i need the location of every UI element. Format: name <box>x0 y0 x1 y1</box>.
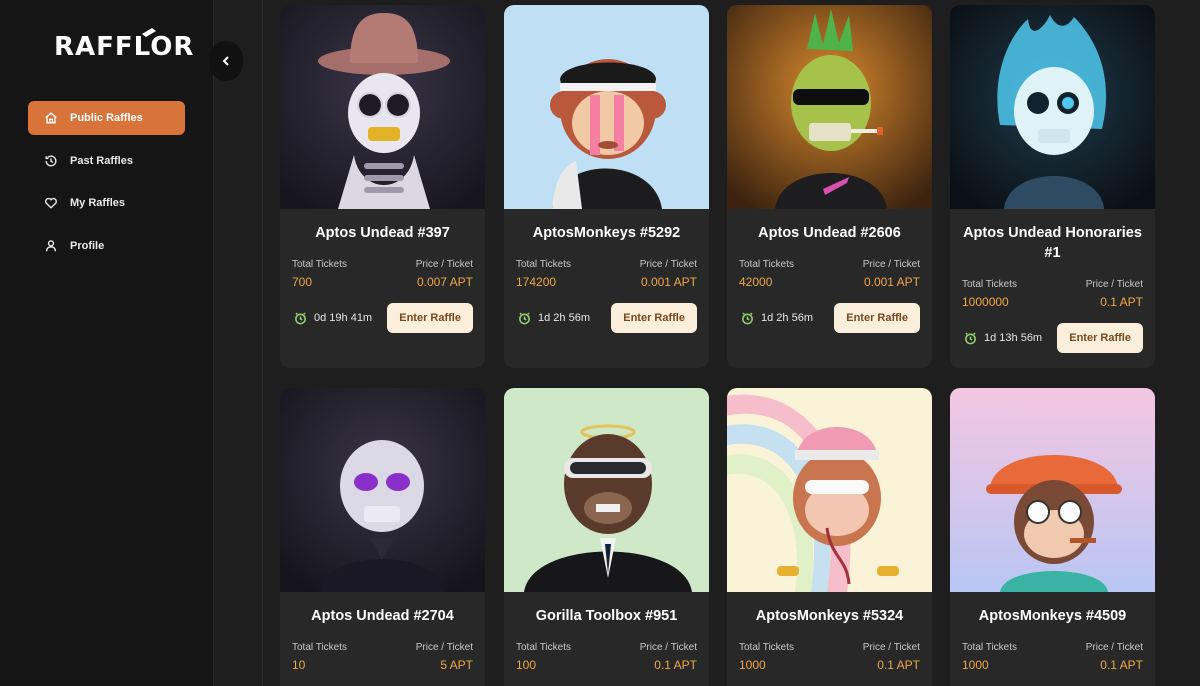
raffle-title: AptosMonkeys #4509 <box>978 608 1127 624</box>
sidebar-nav: Public Raffles Past Raffles My Raffles P… <box>28 101 185 271</box>
nft-image <box>504 388 709 592</box>
sidebar-item-label: Past Raffles <box>70 154 133 167</box>
total-tickets-label: Total Tickets <box>292 259 348 270</box>
nft-image <box>280 388 485 592</box>
total-tickets-value: 700 <box>292 275 313 289</box>
timer-text: 0d 19h 41m <box>314 312 373 324</box>
nft-image <box>727 388 932 592</box>
total-tickets-label: Total Tickets <box>292 642 348 653</box>
price-label: Price / Ticket <box>862 259 920 270</box>
price-label: Price / Ticket <box>1085 279 1143 290</box>
countdown-timer: 1d 2h 56m <box>518 312 590 325</box>
total-tickets-value: 10 <box>292 658 306 672</box>
countdown-timer: 1d 13h 56m <box>964 332 1042 345</box>
timer-text: 1d 13h 56m <box>984 332 1043 344</box>
raffle-card[interactable]: Aptos Undead Honoraries #1 Total Tickets… <box>950 5 1155 368</box>
countdown-timer: 1d 2h 56m <box>741 312 813 325</box>
price-value: 0.1 APT <box>654 658 697 672</box>
ticket-icon <box>142 28 156 37</box>
collapse-sidebar-button[interactable] <box>209 41 243 81</box>
total-tickets-value: 1000 <box>962 658 989 672</box>
sidebar-item-label: Profile <box>70 239 105 252</box>
alarm-clock-icon <box>742 312 753 324</box>
raffle-title: Aptos Undead #2704 <box>311 608 454 624</box>
total-tickets-label: Total Tickets <box>739 259 795 270</box>
price-value: 5 APT <box>440 658 473 672</box>
nft-image <box>950 5 1155 209</box>
raffle-card[interactable]: Aptos Undead #397 Total Tickets 700 Price… <box>280 5 485 368</box>
price-value: 0.1 APT <box>1100 658 1143 672</box>
raffle-title: AptosMonkeys #5292 <box>532 225 681 241</box>
price-label: Price / Ticket <box>1085 642 1143 653</box>
countdown-timer: 0d 19h 41m <box>294 312 372 325</box>
sidebar-item-profile[interactable]: Profile <box>28 229 185 263</box>
alarm-clock-icon <box>519 312 530 324</box>
total-tickets-label: Total Tickets <box>962 279 1018 290</box>
raffle-grid: Aptos Undead #397 Total Tickets 700 Price… <box>214 0 1200 686</box>
total-tickets-value: 1000 <box>739 658 766 672</box>
total-tickets-value: 174200 <box>516 275 557 289</box>
raffle-card[interactable]: Aptos Undead #2704 Total Tickets 10 Price… <box>280 388 485 686</box>
alarm-clock-icon <box>965 332 976 344</box>
total-tickets-label: Total Tickets <box>516 259 572 270</box>
raffle-card[interactable]: Gorilla Toolbox #951 Total Tickets 100 Pr… <box>504 388 709 686</box>
price-label: Price / Ticket <box>639 642 697 653</box>
price-value: 0.001 APT <box>863 275 920 289</box>
raffle-card[interactable]: AptosMonkeys #4509 Total Tickets 1000 Pri… <box>950 388 1155 686</box>
price-label: Price / Ticket <box>639 259 697 270</box>
raffle-title: Aptos Undead #2606 <box>758 225 901 241</box>
total-tickets-value: 42000 <box>739 275 773 289</box>
timer-text: 1d 2h 56m <box>538 312 590 324</box>
total-tickets-label: Total Tickets <box>962 642 1018 653</box>
heart-icon <box>44 196 58 210</box>
sidebar-item-past-raffles[interactable]: Past Raffles <box>28 144 185 178</box>
enter-raffle-button[interactable]: Enter Raffle <box>611 303 697 333</box>
price-label: Price / Ticket <box>415 259 473 270</box>
sidebar-item-public-raffles[interactable]: Public Raffles <box>28 101 185 135</box>
alarm-clock-icon <box>295 312 306 324</box>
price-label: Price / Ticket <box>415 642 473 653</box>
raffle-title: AptosMonkeys #5324 <box>755 608 904 624</box>
total-tickets-label: Total Tickets <box>516 642 572 653</box>
total-tickets-value: 1000000 <box>962 295 1009 309</box>
app: RAFFLOR Public Raffles Past Raffles My R… <box>0 0 1200 686</box>
nft-image <box>727 5 932 209</box>
sidebar: RAFFLOR Public Raffles Past Raffles My R… <box>0 0 214 686</box>
price-label: Price / Ticket <box>862 642 920 653</box>
home-icon <box>44 111 58 125</box>
total-tickets-value: 100 <box>516 658 537 672</box>
enter-raffle-button[interactable]: Enter Raffle <box>1057 323 1143 353</box>
sidebar-item-my-raffles[interactable]: My Raffles <box>28 186 185 220</box>
nft-image <box>280 5 485 209</box>
nft-image <box>950 388 1155 592</box>
raffle-title: Gorilla Toolbox #951 <box>535 608 678 624</box>
history-icon <box>44 154 58 168</box>
user-icon <box>44 239 58 253</box>
brand-name: RAFFLOR <box>54 32 195 62</box>
price-value: 0.001 APT <box>640 275 697 289</box>
chevron-left-icon <box>222 56 229 66</box>
enter-raffle-button[interactable]: Enter Raffle <box>834 303 920 333</box>
brand-logo[interactable]: RAFFLOR <box>54 28 195 62</box>
sidebar-item-label: My Raffles <box>70 197 126 209</box>
price-value: 0.1 APT <box>877 658 920 672</box>
raffle-card[interactable]: AptosMonkeys #5324 Total Tickets 1000 Pri… <box>727 388 932 686</box>
timer-text: 1d 2h 56m <box>761 312 813 324</box>
raffle-card[interactable]: AptosMonkeys #5292 Total Tickets 174200 P… <box>504 5 709 368</box>
price-value: 0.007 APT <box>416 275 473 289</box>
total-tickets-label: Total Tickets <box>739 642 795 653</box>
raffle-card[interactable]: Aptos Undead #2606 Total Tickets 42000 Pr… <box>727 5 932 368</box>
raffle-title: Aptos Undead Honoraries #1 <box>963 225 1142 261</box>
content-divider <box>262 0 263 686</box>
nft-image <box>504 5 709 209</box>
price-value: 0.1 APT <box>1100 295 1143 309</box>
enter-raffle-button[interactable]: Enter Raffle <box>387 303 473 333</box>
raffle-title: Aptos Undead #397 <box>315 225 450 241</box>
sidebar-item-label: Public Raffles <box>70 112 143 124</box>
